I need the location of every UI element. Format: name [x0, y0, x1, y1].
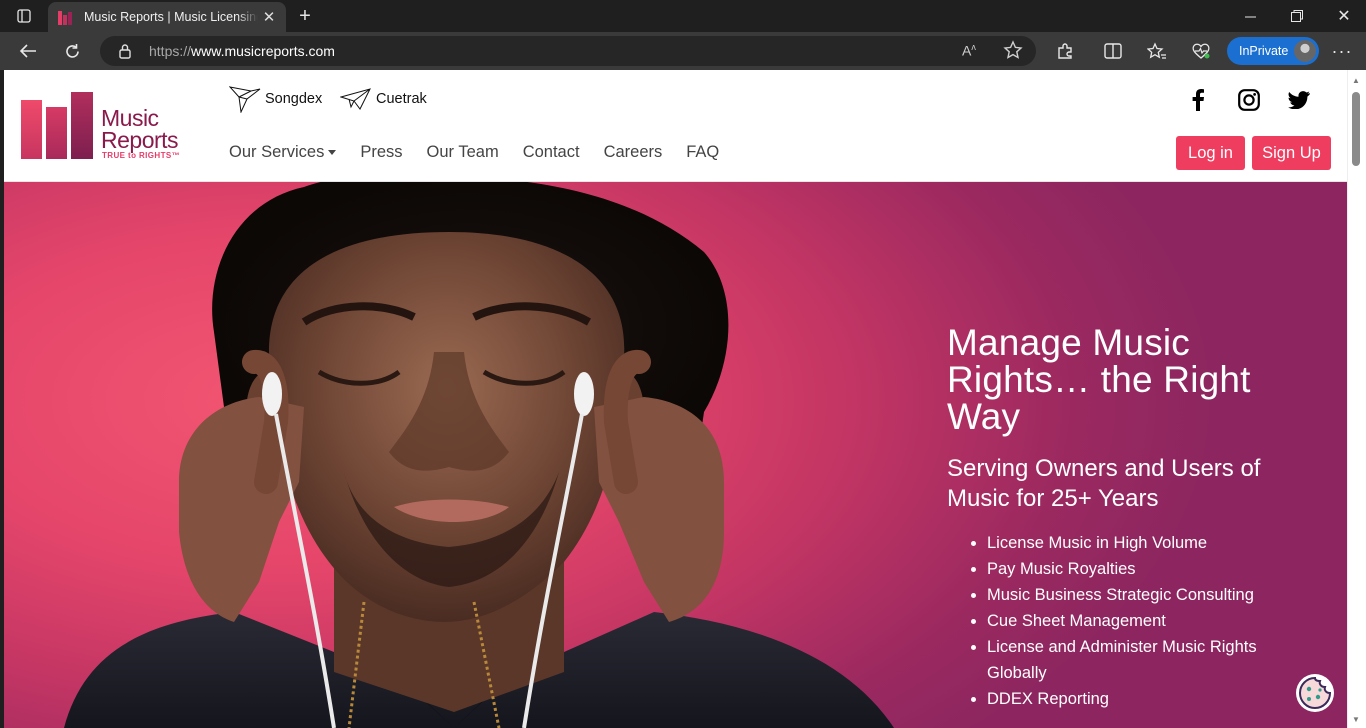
close-icon[interactable]: ✕: [260, 8, 278, 26]
nav-press[interactable]: Press: [360, 143, 402, 162]
logo-text-reports: Reports: [101, 127, 179, 153]
split-screen-icon[interactable]: [1097, 32, 1129, 70]
facebook-icon[interactable]: [1186, 88, 1210, 112]
music-reports-favicon-icon: [58, 9, 74, 25]
hero-subhead-line2: Music for 25+ Years: [947, 485, 1159, 512]
window-close-icon[interactable]: ✕: [1330, 0, 1358, 32]
hero-text-block: Manage Music Rights… the Right Way Servi…: [947, 324, 1327, 712]
nav-our-services[interactable]: Our Services: [229, 143, 337, 162]
nav-careers[interactable]: Careers: [604, 143, 663, 162]
browser-essentials-icon[interactable]: [1185, 32, 1217, 70]
site-header: Music Reports TRUE to RIGHTS™ Songdex Cu…: [4, 70, 1347, 182]
favorite-star-icon[interactable]: [1003, 40, 1023, 65]
man-with-earbuds-image: [64, 182, 894, 728]
cuetrak-paper-plane-icon: [340, 88, 371, 110]
chevron-down-icon: [328, 150, 337, 156]
scrollbar-thumb[interactable]: [1352, 92, 1360, 166]
hero-banner: Manage Music Rights… the Right Way Servi…: [4, 182, 1347, 728]
list-item: Music Business Strategic Consulting: [987, 582, 1327, 608]
cookie-icon: [1299, 676, 1332, 709]
cuetrak-link[interactable]: Cuetrak: [340, 84, 427, 114]
main-nav: Our Services Press Our Team Contact Care…: [229, 143, 719, 162]
services-list: License Music in High Volume Pay Music R…: [987, 530, 1327, 712]
page-scrollbar[interactable]: ▲ ▼: [1347, 70, 1366, 728]
twitter-icon[interactable]: [1287, 88, 1311, 112]
browser-toolbar: https://www.musicreports.com Aʌ InPrivat…: [0, 32, 1366, 70]
list-item: Cue Sheet Management: [987, 608, 1327, 634]
lock-icon[interactable]: [118, 43, 132, 64]
logo-bars-icon: [21, 92, 93, 159]
url-text[interactable]: https://www.musicreports.com: [149, 43, 335, 59]
hero-headline-line1: Manage Music: [947, 322, 1191, 363]
new-tab-icon[interactable]: +: [292, 0, 318, 32]
hero-subhead: Serving Owners and Users of Music for 25…: [947, 454, 1327, 514]
list-item: License and Administer Music Rights Glob…: [987, 634, 1287, 686]
extensions-icon[interactable]: [1049, 32, 1081, 70]
scroll-down-icon[interactable]: ▼: [1352, 715, 1360, 724]
refresh-icon[interactable]: [56, 32, 88, 70]
url-host: www.musicreports.com: [191, 43, 335, 59]
list-item: License Music in High Volume: [987, 530, 1327, 556]
hero-headline-line2: Rights… the Right Way: [947, 359, 1251, 437]
favorites-icon[interactable]: [1141, 32, 1173, 70]
tab-title: Music Reports | Music Licensing & Royalt…: [84, 10, 258, 24]
tab-actions-icon[interactable]: [10, 0, 38, 32]
back-icon[interactable]: [12, 32, 44, 70]
browser-tab[interactable]: Music Reports | Music Licensing & Royalt…: [48, 2, 286, 32]
music-reports-logo[interactable]: Music Reports TRUE to RIGHTS™: [21, 92, 191, 162]
restore-icon[interactable]: [1283, 0, 1311, 32]
songdex-link[interactable]: Songdex: [229, 84, 322, 114]
address-bar[interactable]: https://www.musicreports.com Aʌ: [100, 36, 1036, 66]
songdex-label: Songdex: [265, 91, 323, 107]
signup-button[interactable]: Sign Up: [1252, 136, 1331, 170]
cuetrak-label: Cuetrak: [376, 91, 427, 107]
hero-subhead-line1: Serving Owners and Users of: [947, 455, 1261, 482]
logo-tagline: TRUE to RIGHTS™: [102, 151, 180, 160]
nav-contact[interactable]: Contact: [523, 143, 580, 162]
minimize-icon[interactable]: [1236, 0, 1264, 32]
url-protocol: https://: [149, 43, 192, 59]
list-item: Pay Music Royalties: [987, 556, 1327, 582]
scroll-up-icon[interactable]: ▲: [1352, 76, 1360, 85]
read-aloud-icon[interactable]: Aʌ: [962, 42, 976, 59]
browser-title-bar: Music Reports | Music Licensing & Royalt…: [0, 0, 1366, 32]
inprivate-label: InPrivate: [1239, 44, 1289, 58]
login-button[interactable]: Log in: [1176, 136, 1245, 170]
instagram-icon[interactable]: [1237, 88, 1261, 112]
web-page: Music Reports TRUE to RIGHTS™ Songdex Cu…: [4, 70, 1347, 728]
profile-avatar[interactable]: [1294, 40, 1316, 62]
inprivate-button[interactable]: InPrivate: [1227, 37, 1319, 65]
hero-headline: Manage Music Rights… the Right Way: [947, 324, 1327, 435]
nav-our-services-label: Our Services: [229, 143, 325, 161]
nav-faq[interactable]: FAQ: [686, 143, 719, 162]
list-item: DDEX Reporting: [987, 686, 1327, 712]
nav-our-team[interactable]: Our Team: [427, 143, 499, 162]
songdex-logo-icon: [229, 86, 261, 113]
cookie-settings-button[interactable]: [1296, 674, 1334, 712]
more-icon[interactable]: ···: [1326, 32, 1358, 70]
